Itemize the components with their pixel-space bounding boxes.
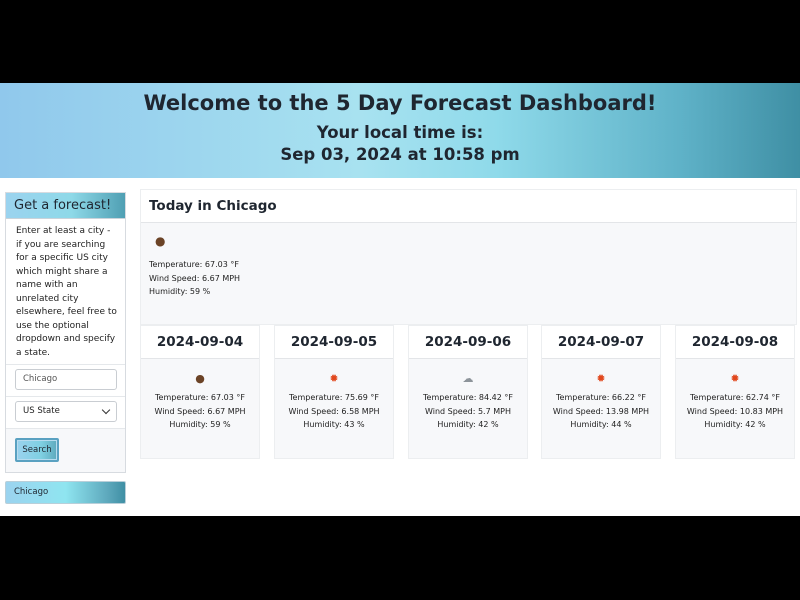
state-select[interactable]: US State <box>15 401 117 422</box>
forecast-humidity: Humidity: 59 % <box>169 420 231 429</box>
forecast-temperature: Temperature: 67.03 °F <box>155 393 245 402</box>
page-title: Welcome to the 5 Day Forecast Dashboard! <box>143 91 657 115</box>
history-item-chicago[interactable]: Chicago <box>5 481 126 504</box>
cloud-icon: ☁ <box>462 372 474 385</box>
search-card-title: Get a forecast! <box>6 193 125 219</box>
forecast-wind: Wind Speed: 5.7 MPH <box>425 406 511 416</box>
sun-icon: ✹ <box>730 372 740 385</box>
forecast-date: 2024-09-04 <box>141 326 259 359</box>
forecast-temperature: Temperature: 84.42 °F <box>423 393 513 402</box>
search-form-card: Get a forecast! Enter at least a city - … <box>5 192 126 473</box>
today-heading: Today in Chicago <box>141 190 796 223</box>
today-humidity: Humidity: 59 % <box>149 287 211 296</box>
forecast-date: 2024-09-06 <box>409 326 527 359</box>
today-panel: Today in Chicago ● Temperature: 67.03 °F… <box>140 189 797 325</box>
forecast-wind: Wind Speed: 13.98 MPH <box>552 406 650 416</box>
chevron-down-icon <box>101 405 111 415</box>
header-banner: Welcome to the 5 Day Forecast Dashboard!… <box>0 83 800 178</box>
sun-icon: ✹ <box>596 372 606 385</box>
forecast-card: 2024-09-07 ✹ Temperature: 66.22 °F Wind … <box>541 325 661 459</box>
night-icon: ● <box>155 234 166 248</box>
forecast-wind: Wind Speed: 6.67 MPH <box>154 406 246 416</box>
night-icon: ● <box>195 372 205 385</box>
today-temperature: Temperature: 67.03 °F <box>149 260 239 269</box>
today-wind: Wind Speed: 6.67 MPH <box>149 274 241 283</box>
forecast-humidity: Humidity: 42 % <box>704 420 766 429</box>
city-input-row: Chicago <box>6 364 125 396</box>
forecast-temperature: Temperature: 62.74 °F <box>690 393 780 402</box>
forecast-humidity: Humidity: 42 % <box>437 420 499 429</box>
search-help-text: Enter at least a city - if you are searc… <box>16 226 117 358</box>
local-time-value: Sep 03, 2024 at 10:58 pm <box>280 145 520 164</box>
forecast-cards: 2024-09-04 ● Temperature: 67.03 °F Wind … <box>140 325 795 460</box>
sun-icon: ✹ <box>329 372 339 385</box>
forecast-card: 2024-09-08 ✹ Temperature: 62.74 °F Wind … <box>675 325 795 459</box>
forecast-wind: Wind Speed: 6.58 MPH <box>288 406 380 416</box>
forecast-card: 2024-09-04 ● Temperature: 67.03 °F Wind … <box>140 325 260 459</box>
forecast-humidity: Humidity: 43 % <box>303 420 365 429</box>
forecast-card: 2024-09-05 ✹ Temperature: 75.69 °F Wind … <box>274 325 394 459</box>
sidebar: Get a forecast! Enter at least a city - … <box>5 192 126 504</box>
forecast-date: 2024-09-08 <box>676 326 794 359</box>
search-button-row: Search <box>6 428 125 472</box>
forecast-wind: Wind Speed: 10.83 MPH <box>686 406 784 416</box>
local-time-label: Your local time is: <box>316 123 484 142</box>
city-input[interactable]: Chicago <box>15 369 117 390</box>
forecast-card: 2024-09-06 ☁ Temperature: 84.42 °F Wind … <box>408 325 528 459</box>
forecast-temperature: Temperature: 66.22 °F <box>556 393 646 402</box>
app-viewport: Welcome to the 5 Day Forecast Dashboard!… <box>0 83 800 516</box>
forecast-temperature: Temperature: 75.69 °F <box>289 393 379 402</box>
forecast-humidity: Humidity: 44 % <box>570 420 632 429</box>
search-button[interactable]: Search <box>15 438 59 462</box>
forecast-date: 2024-09-07 <box>542 326 660 359</box>
forecast-date: 2024-09-05 <box>275 326 393 359</box>
state-select-value: US State <box>23 406 60 416</box>
state-select-row: US State <box>6 396 125 428</box>
